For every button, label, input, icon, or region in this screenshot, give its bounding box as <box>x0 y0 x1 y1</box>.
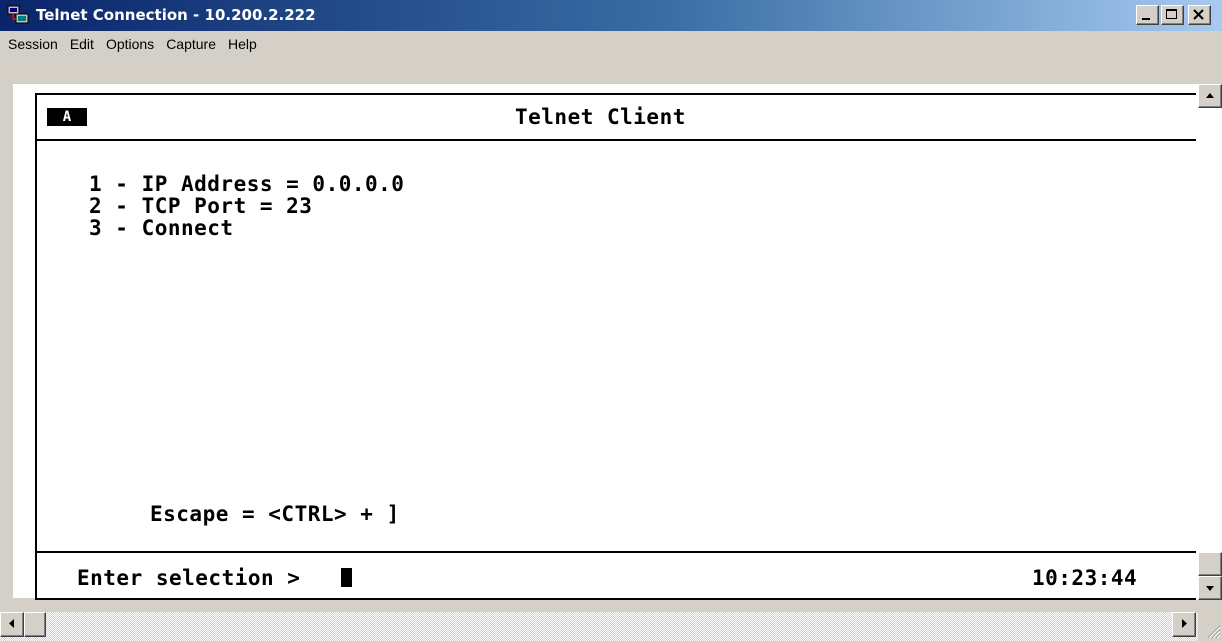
menu-capture[interactable]: Capture <box>160 31 222 58</box>
window-title: Telnet Connection - 10.200.2.222 <box>36 6 316 24</box>
horizontal-scroll-thumb[interactable] <box>24 612 46 637</box>
arrow-right-icon <box>1182 619 1187 628</box>
scroll-right-button[interactable] <box>1172 612 1196 637</box>
horizontal-scrollbar[interactable] <box>0 612 1198 641</box>
scroll-up-button[interactable] <box>1198 84 1222 108</box>
minimize-button[interactable] <box>1136 5 1159 25</box>
vertical-scrollbar[interactable] <box>1196 84 1222 600</box>
text-cursor <box>341 568 352 587</box>
menu-options[interactable]: Options <box>100 31 160 58</box>
telnet-app-icon <box>7 5 29 24</box>
resize-grip[interactable] <box>1198 612 1222 641</box>
footer-divider <box>37 551 1198 553</box>
scroll-down-button[interactable] <box>1198 576 1222 600</box>
close-icon <box>1193 9 1204 20</box>
title-bar[interactable]: Telnet Connection - 10.200.2.222 <box>0 0 1222 31</box>
header-divider <box>37 139 1198 141</box>
vertical-scroll-thumb[interactable] <box>1198 552 1222 576</box>
menu-edit[interactable]: Edit <box>64 31 100 58</box>
close-button[interactable] <box>1188 5 1211 25</box>
arrow-up-icon <box>1206 93 1214 98</box>
minimize-icon <box>1142 18 1150 20</box>
arrow-left-icon <box>9 619 14 628</box>
scroll-left-button[interactable] <box>0 612 24 637</box>
option-ip-address: 1 - IP Address = 0.0.0.0 <box>89 172 405 196</box>
arrow-down-icon <box>1206 586 1214 591</box>
menu-bar: Session Edit Options Capture Help <box>0 31 1222 58</box>
maximize-button[interactable] <box>1161 5 1184 25</box>
maximize-icon <box>1166 9 1177 19</box>
resize-grip-icon <box>1207 625 1221 639</box>
clock: 10:23:44 <box>1032 566 1138 590</box>
terminal-screen[interactable]: A Telnet Client 1 - IP Address = 0.0.0.0… <box>35 93 1198 600</box>
menu-session[interactable]: Session <box>2 31 64 58</box>
session-indicator: A <box>47 108 87 126</box>
selection-prompt: Enter selection > <box>77 566 301 590</box>
option-connect: 3 - Connect <box>89 216 234 240</box>
screen-title: Telnet Client <box>515 105 686 129</box>
option-tcp-port: 2 - TCP Port = 23 <box>89 194 313 218</box>
menu-help[interactable]: Help <box>222 31 263 58</box>
escape-hint: Escape = <CTRL> + ] <box>150 502 400 526</box>
